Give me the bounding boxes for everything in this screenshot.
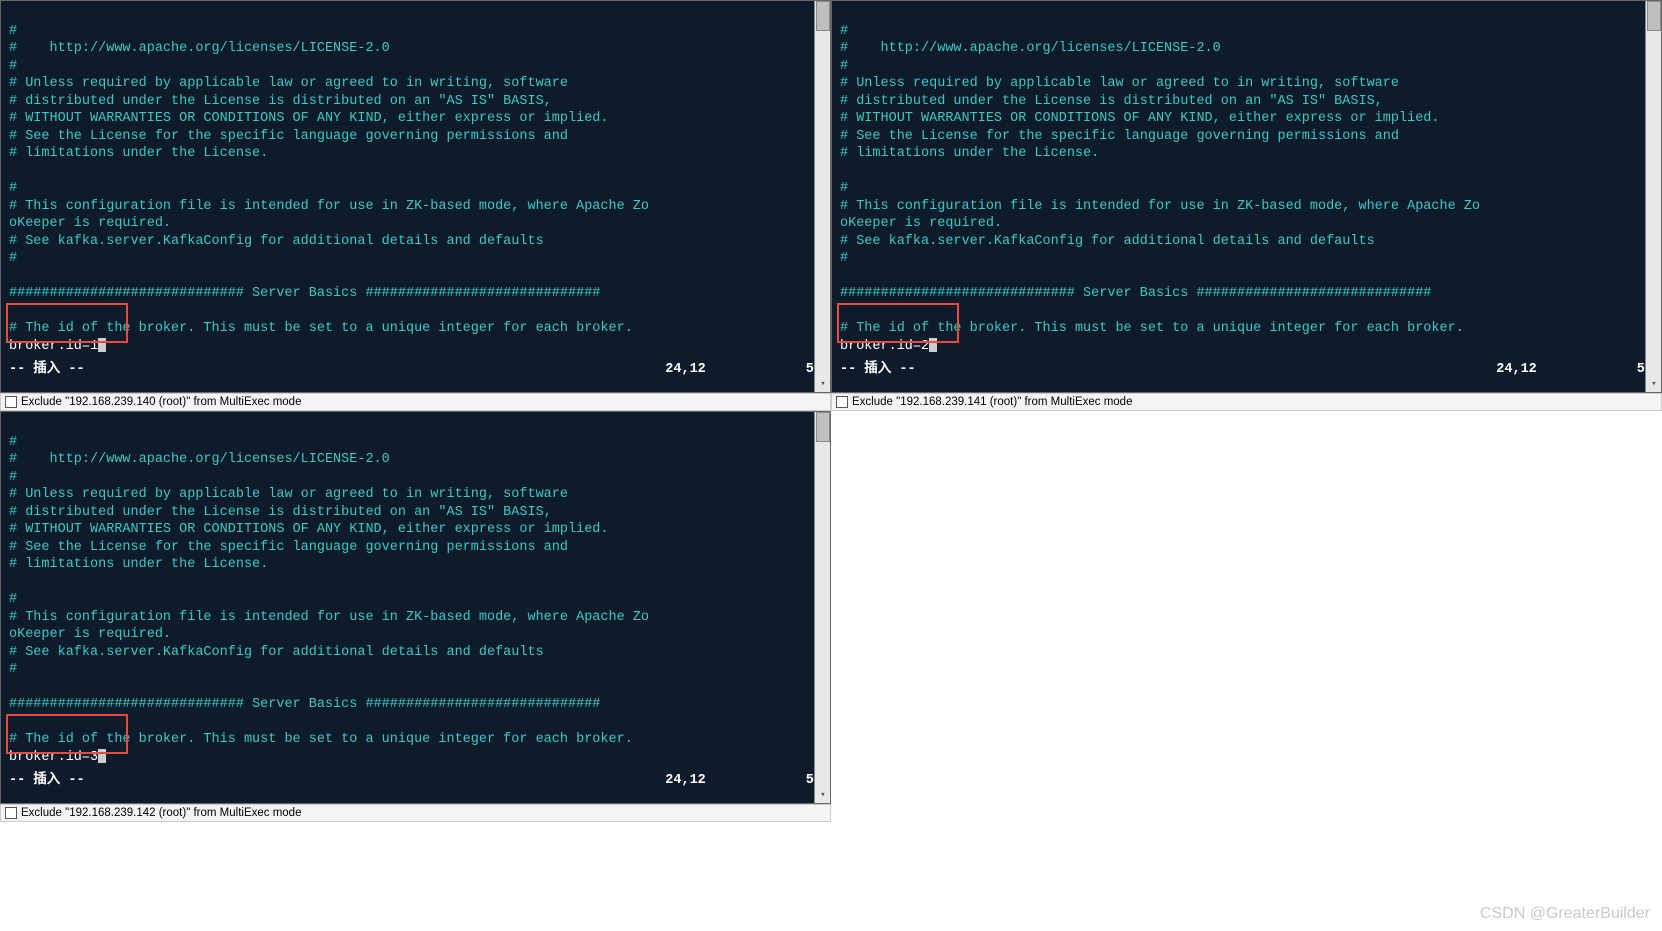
scroll-down-arrow-icon[interactable]: ▾: [815, 787, 830, 803]
code-line: #: [840, 59, 848, 74]
code-line: # Unless required by applicable law or a…: [840, 76, 1399, 91]
scroll-thumb[interactable]: [816, 1, 830, 31]
code-line: # See kafka.server.KafkaConfig for addit…: [840, 234, 1375, 249]
terminal-pane-1: # # http://www.apache.org/licenses/LICEN…: [0, 0, 831, 393]
code-line: # http://www.apache.org/licenses/LICENSE…: [840, 41, 1221, 56]
code-line: #: [9, 251, 17, 266]
vim-status-line: -- 插入 --24,125%: [840, 355, 1653, 379]
broker-id-line: broker.id=3: [9, 750, 98, 765]
code-line: # This configuration file is intended fo…: [840, 199, 1480, 214]
code-line: # The id of the broker. This must be set…: [9, 732, 633, 747]
vim-mode: -- 插入 --: [840, 361, 916, 379]
code-line: oKeeper is required.: [9, 216, 171, 231]
code-line: oKeeper is required.: [840, 216, 1002, 231]
code-line: # http://www.apache.org/licenses/LICENSE…: [9, 41, 390, 56]
code-line: # This configuration file is intended fo…: [9, 199, 649, 214]
code-line: ############################# Server Bas…: [9, 286, 600, 301]
vim-mode: -- 插入 --: [9, 772, 85, 790]
code-line: # See the License for the specific langu…: [840, 129, 1399, 144]
code-line: # distributed under the License is distr…: [9, 505, 552, 520]
exclude-label: Exclude "192.168.239.141 (root)" from Mu…: [852, 396, 1132, 408]
scrollbar[interactable]: ▴ ▾: [814, 1, 830, 392]
code-line: # WITHOUT WARRANTIES OR CONDITIONS OF AN…: [840, 111, 1440, 126]
cursor: [929, 338, 937, 352]
terminal-content-3[interactable]: # # http://www.apache.org/licenses/LICEN…: [1, 412, 830, 803]
code-line: #: [840, 24, 848, 39]
vim-status-line: -- 插入 --24,125%: [9, 355, 822, 379]
code-line: # See the License for the specific langu…: [9, 129, 568, 144]
code-line: #: [9, 470, 17, 485]
code-line: #: [9, 24, 17, 39]
terminal-content-2[interactable]: # # http://www.apache.org/licenses/LICEN…: [832, 1, 1661, 392]
vim-mode: -- 插入 --: [9, 361, 85, 379]
code-line: # WITHOUT WARRANTIES OR CONDITIONS OF AN…: [9, 111, 609, 126]
code-line: # distributed under the License is distr…: [9, 94, 552, 109]
code-line: # distributed under the License is distr…: [840, 94, 1383, 109]
code-line: # The id of the broker. This must be set…: [9, 321, 633, 336]
code-line: # limitations under the License.: [840, 146, 1099, 161]
code-line: # The id of the broker. This must be set…: [840, 321, 1464, 336]
vim-position: 24,12: [665, 361, 706, 379]
exclude-checkbox[interactable]: [5, 396, 17, 408]
code-line: # http://www.apache.org/licenses/LICENSE…: [9, 452, 390, 467]
exclude-checkbox[interactable]: [836, 396, 848, 408]
code-line: # See kafka.server.KafkaConfig for addit…: [9, 234, 544, 249]
cursor: [98, 749, 106, 763]
code-line: #: [9, 181, 17, 196]
code-line: # limitations under the License.: [9, 557, 268, 572]
code-line: #: [9, 592, 17, 607]
multiexec-footer-1: Exclude "192.168.239.140 (root)" from Mu…: [0, 393, 831, 411]
scroll-thumb[interactable]: [816, 412, 830, 442]
cursor: [98, 338, 106, 352]
broker-id-line: broker.id=2: [840, 339, 929, 354]
vim-position: 24,12: [665, 772, 706, 790]
vim-status-line: -- 插入 --24,125%: [9, 766, 822, 790]
code-line: # limitations under the License.: [9, 146, 268, 161]
code-line: # See kafka.server.KafkaConfig for addit…: [9, 645, 544, 660]
code-line: ############################# Server Bas…: [840, 286, 1431, 301]
scroll-down-arrow-icon[interactable]: ▾: [815, 376, 830, 392]
code-line: #: [9, 59, 17, 74]
code-line: #: [840, 181, 848, 196]
code-line: # This configuration file is intended fo…: [9, 610, 649, 625]
terminal-pane-3: # # http://www.apache.org/licenses/LICEN…: [0, 411, 831, 804]
exclude-label: Exclude "192.168.239.140 (root)" from Mu…: [21, 396, 301, 408]
vim-position: 24,12: [1496, 361, 1537, 379]
terminal-content-1[interactable]: # # http://www.apache.org/licenses/LICEN…: [1, 1, 830, 392]
code-line: # See the License for the specific langu…: [9, 540, 568, 555]
code-line: # Unless required by applicable law or a…: [9, 487, 568, 502]
code-line: #: [9, 662, 17, 677]
multiexec-footer-3: Exclude "192.168.239.142 (root)" from Mu…: [0, 804, 831, 822]
code-line: oKeeper is required.: [9, 627, 171, 642]
watermark: CSDN @GreaterBuilder: [1480, 905, 1650, 923]
code-line: ############################# Server Bas…: [9, 697, 600, 712]
scrollbar[interactable]: ▴ ▾: [814, 412, 830, 803]
empty-footer: [831, 804, 1662, 822]
terminal-pane-2: # # http://www.apache.org/licenses/LICEN…: [831, 0, 1662, 393]
scroll-down-arrow-icon[interactable]: ▾: [1646, 376, 1661, 392]
multiexec-footer-2: Exclude "192.168.239.141 (root)" from Mu…: [831, 393, 1662, 411]
scroll-thumb[interactable]: [1647, 1, 1661, 31]
code-line: # WITHOUT WARRANTIES OR CONDITIONS OF AN…: [9, 522, 609, 537]
exclude-label: Exclude "192.168.239.142 (root)" from Mu…: [21, 807, 301, 819]
code-line: #: [840, 251, 848, 266]
empty-pane: [831, 411, 1662, 804]
scrollbar[interactable]: ▴ ▾: [1645, 1, 1661, 392]
code-line: #: [9, 435, 17, 450]
exclude-checkbox[interactable]: [5, 807, 17, 819]
code-line: # Unless required by applicable law or a…: [9, 76, 568, 91]
broker-id-line: broker.id=1: [9, 339, 98, 354]
terminal-grid: # # http://www.apache.org/licenses/LICEN…: [0, 0, 1662, 822]
